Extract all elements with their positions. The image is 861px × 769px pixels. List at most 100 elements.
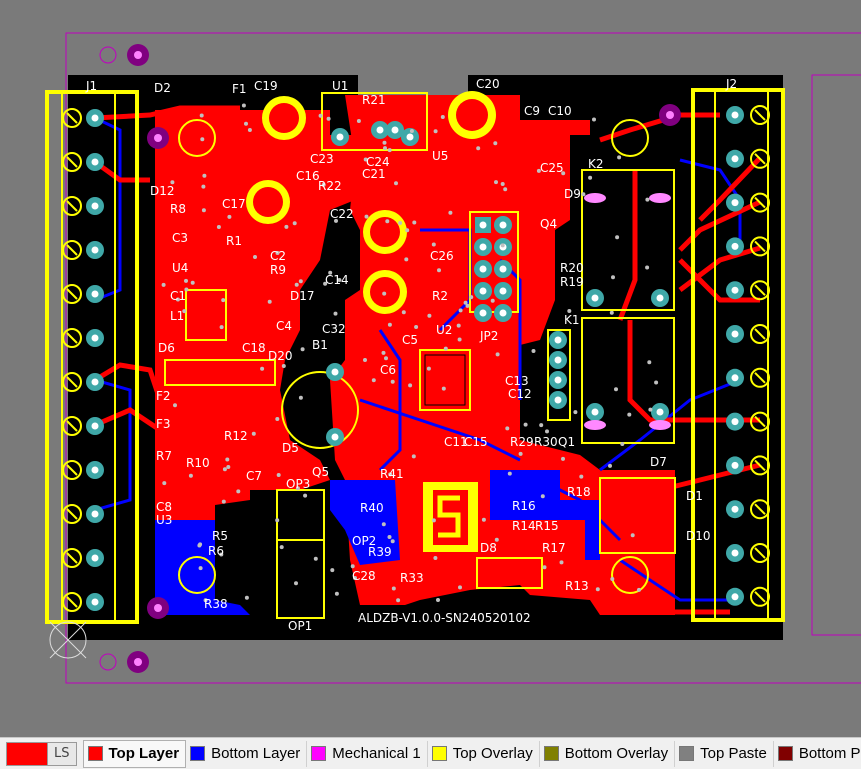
via: [267, 299, 272, 304]
via: [458, 308, 463, 313]
via: [184, 278, 188, 283]
pcb-view[interactable]: J1 J2D2 F1 C19 U1R21C20C9 C10D12C23 C24C21C16R…: [0, 0, 861, 737]
via: [221, 499, 226, 504]
designator-r17: R17: [542, 541, 566, 555]
layer-tab-top-paste[interactable]: Top Paste: [675, 740, 774, 767]
designator-c3: C3: [172, 231, 188, 245]
via: [330, 568, 335, 573]
pad-hole: [91, 598, 99, 606]
layer-tab-mechanical-1[interactable]: Mechanical 1: [307, 740, 428, 767]
designator-f1: F1: [232, 82, 247, 96]
pad-hole: [731, 418, 739, 426]
designator-c32: C32: [322, 322, 346, 336]
designator-r22: R22: [318, 179, 342, 193]
via: [281, 364, 286, 368]
designator-c20: C20: [476, 77, 500, 91]
designator-r20: R20: [560, 261, 584, 275]
designator-d20: D20: [268, 349, 293, 363]
via: [241, 103, 246, 108]
layer-tab-label: Mechanical 1: [332, 745, 421, 762]
pad-hole: [331, 433, 339, 441]
layer-tab-label: Bottom Layer: [211, 745, 301, 762]
via: [162, 481, 167, 486]
via: [645, 265, 650, 270]
designator-c26: C26: [430, 249, 454, 263]
designator-d8: D8: [480, 541, 497, 555]
designator-c13: C13: [505, 374, 529, 388]
pad-hole: [591, 408, 599, 416]
via: [608, 463, 612, 468]
via: [199, 113, 204, 118]
via: [559, 560, 564, 565]
layer-tab-bottom-paste[interactable]: Bottom Paste: [774, 741, 861, 767]
pad-hole: [499, 221, 507, 229]
layer-set-button[interactable]: LS: [6, 741, 77, 766]
via: [313, 556, 318, 561]
via: [426, 366, 431, 371]
via: [387, 322, 392, 327]
via: [456, 323, 461, 328]
pad-hole: [554, 356, 562, 364]
pad-hole: [731, 330, 739, 338]
via: [401, 310, 406, 315]
layer-tabs-bar: LS Top Layer Bottom Layer Mechanical 1 Top …: [0, 737, 861, 769]
via: [507, 471, 512, 476]
via: [588, 175, 593, 180]
pcb-canvas[interactable]: J1 J2 D2 F1 C19 U1 R21 C20 C9 C10 D12 C23 C24 C21 C16 R…: [0, 0, 861, 737]
via: [654, 380, 659, 385]
board-silkscreen-text: ALDZB-V1.0.0-SN240520102: [358, 611, 531, 625]
via: [503, 187, 508, 192]
via: [356, 119, 361, 123]
layer-tab-label: Top Overlay: [452, 745, 533, 762]
layer-color-swatch: [543, 746, 559, 761]
pad-hole: [731, 111, 739, 119]
via: [561, 456, 565, 461]
layer-tab-top-overlay[interactable]: Top Overlay: [428, 740, 540, 767]
designator-r38: R38: [204, 597, 228, 611]
designator-c9: C9: [524, 104, 540, 118]
via: [433, 129, 438, 134]
designator-r12: R12: [224, 429, 248, 443]
pad-hole: [554, 396, 562, 404]
via: [595, 587, 600, 592]
pad-hole: [91, 554, 99, 562]
ls-label: LS: [47, 742, 76, 765]
designator-b1: B1: [312, 338, 328, 352]
via: [627, 412, 632, 417]
designator-u2: U2: [436, 323, 452, 337]
via: [427, 313, 432, 318]
layer-tab-label: Top Layer: [108, 745, 180, 762]
pad-hole: [479, 309, 487, 317]
designator-c12: C12: [508, 387, 532, 401]
designator-c2: C2: [270, 249, 286, 263]
via: [436, 598, 440, 602]
layer-tab-top-layer[interactable]: Top Layer: [82, 739, 187, 768]
via: [294, 581, 298, 586]
designator-r29: R29: [510, 435, 534, 449]
via: [617, 155, 622, 160]
via: [505, 426, 510, 431]
current-layer-swatch: [7, 742, 47, 765]
via: [383, 146, 387, 151]
via: [458, 585, 462, 590]
designator-q4: Q4: [540, 217, 557, 231]
designator-c25: C25: [540, 161, 564, 175]
via: [384, 356, 388, 361]
designator-r33: R33: [400, 571, 424, 585]
designator-f2: F2: [156, 389, 171, 403]
layer-tab-bottom-overlay[interactable]: Bottom Overlay: [540, 740, 676, 767]
via: [279, 545, 284, 550]
pad-hole: [479, 243, 487, 251]
designator-c7: C7: [246, 469, 262, 483]
designator-r14: R14: [512, 519, 536, 533]
pad-hole: [731, 242, 739, 250]
designator-d5: D5: [282, 441, 299, 455]
via: [276, 473, 281, 477]
designator-c17: C17: [222, 197, 246, 211]
layer-tab-bottom-layer[interactable]: Bottom Layer: [186, 740, 308, 767]
designator-c28: C28: [352, 569, 376, 583]
via: [610, 577, 615, 581]
pad-hole: [91, 246, 99, 254]
via: [216, 225, 221, 229]
designator-r15: R15: [535, 519, 559, 533]
